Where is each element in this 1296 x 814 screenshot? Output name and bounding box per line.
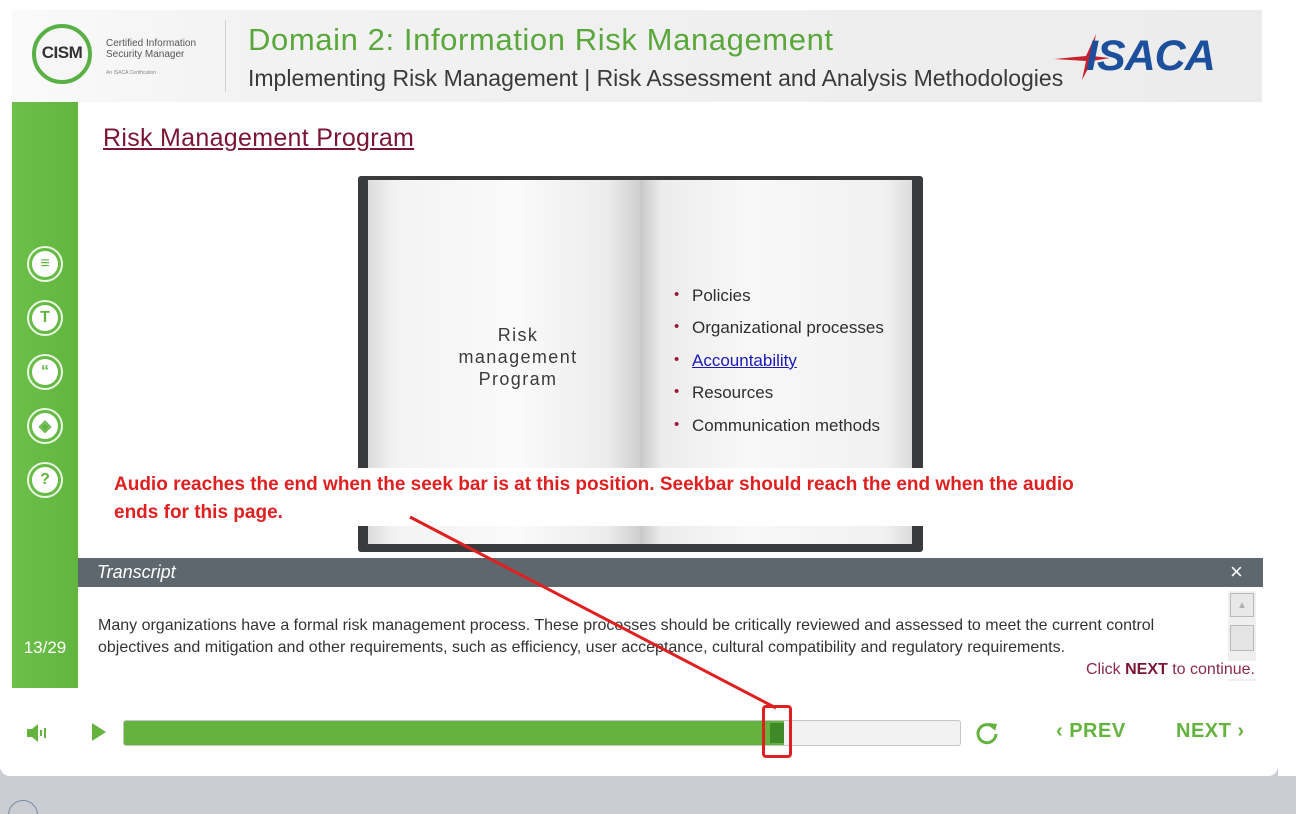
sidebar: ≡ T “ ◈ ? 13/29 <box>12 102 78 688</box>
click-next-hint: Click NEXT to continue. <box>1080 661 1261 679</box>
prev-button[interactable]: ‹ PREV <box>1056 720 1126 743</box>
window-bottom <box>0 776 1296 814</box>
prev-label: PREV <box>1069 720 1126 742</box>
bullet-item: • Policies <box>674 286 751 305</box>
cism-logo-tagline: An ISACA Certification <box>106 70 157 76</box>
transcript-title: Transcript <box>97 562 176 582</box>
notes-button[interactable]: ≡ <box>27 246 63 282</box>
seek-bar[interactable] <box>123 720 961 746</box>
course-title: Domain 2: Information Risk Management <box>248 22 834 57</box>
cism-logo-subtitle: Certified Information Security Manager <box>106 38 197 60</box>
help-button[interactable]: ? <box>27 462 63 498</box>
chevron-left-icon: ‹ <box>1056 720 1070 742</box>
course-player: CISM Certified Information Security Mana… <box>0 0 1278 776</box>
bullet-text: Communication methods <box>692 415 881 435</box>
annotation-callout: Audio reaches the end when the seek bar … <box>100 468 1260 526</box>
volume-icon[interactable] <box>26 722 48 744</box>
topics-icon: T <box>32 305 58 331</box>
help-icon: ? <box>32 467 58 493</box>
header-divider <box>225 20 226 92</box>
annotation-text: Audio reaches the end when the seek bar … <box>114 474 1074 523</box>
scroll-thumb[interactable] <box>1230 625 1254 651</box>
bullet-text: Resources <box>692 383 774 403</box>
bullet-item: • Communication methods <box>674 415 881 435</box>
player-controls: ‹ PREV NEXT › <box>0 688 1278 776</box>
seek-bar-progress <box>124 721 784 745</box>
bullet-item: • Organizational processes <box>674 318 884 338</box>
hint-prefix: Click <box>1086 661 1126 678</box>
bullet-list: • Policies • Organizational processes • Acc… <box>672 286 884 448</box>
bullet-item: • Accountability <box>674 350 797 370</box>
header: CISM Certified Information Security Mana… <box>12 10 1262 102</box>
window-edge <box>1278 0 1296 814</box>
next-button[interactable]: NEXT › <box>1176 720 1245 743</box>
hint-next: NEXT <box>1125 661 1168 678</box>
topics-button[interactable]: T <box>27 300 63 336</box>
book-label: Risk management Program <box>458 325 578 389</box>
isaca-logo: ISACA <box>1052 32 1227 82</box>
bullet-text: Organizational processes <box>692 318 884 338</box>
notes-icon: ≡ <box>32 251 58 277</box>
annotation-highlight-box <box>762 705 792 758</box>
replay-icon[interactable] <box>974 720 1000 746</box>
close-icon[interactable]: × <box>1230 559 1243 585</box>
hint-suffix: to continue. <box>1167 661 1255 678</box>
slide-title: Risk Management Program <box>103 124 415 152</box>
accountability-link[interactable]: Accountability <box>692 351 797 370</box>
page-counter: 13/29 <box>23 638 67 657</box>
play-icon[interactable] <box>91 722 107 742</box>
bullet-text: Policies <box>692 286 751 305</box>
cism-logo-acronym: CISM <box>41 43 83 62</box>
quote-icon: “ <box>32 359 58 385</box>
transcript-panel: Many organizations have a formal risk ma… <box>78 587 1263 688</box>
layers-icon: ◈ <box>32 413 58 439</box>
bullet-item: • Resources <box>674 383 774 403</box>
isaca-wordmark: ISACA <box>1086 32 1216 80</box>
cism-logo: CISM Certified Information Security Mana… <box>30 22 220 88</box>
transcript-header: Transcript × <box>78 558 1263 587</box>
resources-button[interactable]: ◈ <box>27 408 63 444</box>
quote-button[interactable]: “ <box>27 354 63 390</box>
next-label: NEXT <box>1176 720 1232 742</box>
transcript-text: Many organizations have a formal risk ma… <box>98 617 1155 656</box>
course-subtitle: Implementing Risk Management | Risk Asse… <box>248 65 1064 91</box>
chevron-right-icon: › <box>1231 720 1245 742</box>
scroll-up-button[interactable]: ▲ <box>1230 593 1254 617</box>
